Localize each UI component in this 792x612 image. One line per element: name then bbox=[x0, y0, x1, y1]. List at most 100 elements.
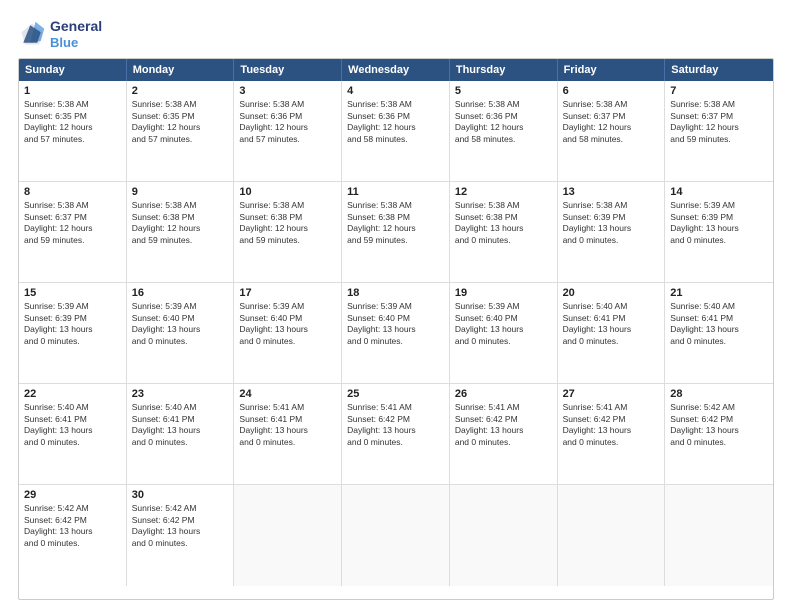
day-number: 7 bbox=[670, 85, 768, 97]
header-day-sunday: Sunday bbox=[19, 59, 127, 81]
calendar-empty bbox=[234, 485, 342, 586]
day-number: 10 bbox=[239, 186, 336, 198]
day-number: 29 bbox=[24, 489, 121, 501]
header-day-monday: Monday bbox=[127, 59, 235, 81]
day-info: Sunrise: 5:38 AM Sunset: 6:37 PM Dayligh… bbox=[670, 99, 768, 145]
day-info: Sunrise: 5:39 AM Sunset: 6:40 PM Dayligh… bbox=[455, 301, 552, 347]
day-info: Sunrise: 5:41 AM Sunset: 6:41 PM Dayligh… bbox=[239, 402, 336, 448]
day-number: 22 bbox=[24, 388, 121, 400]
day-info: Sunrise: 5:38 AM Sunset: 6:36 PM Dayligh… bbox=[347, 99, 444, 145]
day-number: 14 bbox=[670, 186, 768, 198]
day-info: Sunrise: 5:38 AM Sunset: 6:38 PM Dayligh… bbox=[132, 200, 229, 246]
calendar-day-11: 11 Sunrise: 5:38 AM Sunset: 6:38 PM Dayli… bbox=[342, 182, 450, 282]
day-number: 15 bbox=[24, 287, 121, 299]
day-number: 20 bbox=[563, 287, 660, 299]
day-number: 6 bbox=[563, 85, 660, 97]
calendar-empty bbox=[558, 485, 666, 586]
logo-icon bbox=[18, 20, 46, 48]
day-number: 5 bbox=[455, 85, 552, 97]
logo-text: General Blue bbox=[50, 18, 102, 50]
day-number: 1 bbox=[24, 85, 121, 97]
day-number: 24 bbox=[239, 388, 336, 400]
day-number: 18 bbox=[347, 287, 444, 299]
calendar-day-5: 5 Sunrise: 5:38 AM Sunset: 6:36 PM Daylig… bbox=[450, 81, 558, 181]
calendar-day-7: 7 Sunrise: 5:38 AM Sunset: 6:37 PM Daylig… bbox=[665, 81, 773, 181]
calendar-day-10: 10 Sunrise: 5:38 AM Sunset: 6:38 PM Dayli… bbox=[234, 182, 342, 282]
calendar-header: SundayMondayTuesdayWednesdayThursdayFrid… bbox=[19, 59, 773, 81]
calendar-body: 1 Sunrise: 5:38 AM Sunset: 6:35 PM Daylig… bbox=[19, 81, 773, 586]
calendar-week-4: 22 Sunrise: 5:40 AM Sunset: 6:41 PM Dayli… bbox=[19, 384, 773, 485]
calendar-day-18: 18 Sunrise: 5:39 AM Sunset: 6:40 PM Dayli… bbox=[342, 283, 450, 383]
day-number: 4 bbox=[347, 85, 444, 97]
calendar-day-4: 4 Sunrise: 5:38 AM Sunset: 6:36 PM Daylig… bbox=[342, 81, 450, 181]
day-info: Sunrise: 5:38 AM Sunset: 6:37 PM Dayligh… bbox=[563, 99, 660, 145]
calendar-day-25: 25 Sunrise: 5:41 AM Sunset: 6:42 PM Dayli… bbox=[342, 384, 450, 484]
day-number: 13 bbox=[563, 186, 660, 198]
calendar-day-23: 23 Sunrise: 5:40 AM Sunset: 6:41 PM Dayli… bbox=[127, 384, 235, 484]
calendar-day-15: 15 Sunrise: 5:39 AM Sunset: 6:39 PM Dayli… bbox=[19, 283, 127, 383]
day-number: 9 bbox=[132, 186, 229, 198]
day-number: 11 bbox=[347, 186, 444, 198]
day-info: Sunrise: 5:41 AM Sunset: 6:42 PM Dayligh… bbox=[455, 402, 552, 448]
day-number: 8 bbox=[24, 186, 121, 198]
day-info: Sunrise: 5:39 AM Sunset: 6:40 PM Dayligh… bbox=[239, 301, 336, 347]
day-number: 21 bbox=[670, 287, 768, 299]
day-info: Sunrise: 5:39 AM Sunset: 6:39 PM Dayligh… bbox=[670, 200, 768, 246]
day-info: Sunrise: 5:39 AM Sunset: 6:39 PM Dayligh… bbox=[24, 301, 121, 347]
day-info: Sunrise: 5:42 AM Sunset: 6:42 PM Dayligh… bbox=[670, 402, 768, 448]
header-day-wednesday: Wednesday bbox=[342, 59, 450, 81]
day-info: Sunrise: 5:38 AM Sunset: 6:37 PM Dayligh… bbox=[24, 200, 121, 246]
day-info: Sunrise: 5:40 AM Sunset: 6:41 PM Dayligh… bbox=[563, 301, 660, 347]
day-info: Sunrise: 5:38 AM Sunset: 6:36 PM Dayligh… bbox=[239, 99, 336, 145]
calendar-day-8: 8 Sunrise: 5:38 AM Sunset: 6:37 PM Daylig… bbox=[19, 182, 127, 282]
calendar-day-27: 27Sunrise: 5:41 AM Sunset: 6:42 PM Dayli… bbox=[558, 384, 666, 484]
calendar-day-30: 30Sunrise: 5:42 AM Sunset: 6:42 PM Dayli… bbox=[127, 485, 235, 586]
day-info: Sunrise: 5:40 AM Sunset: 6:41 PM Dayligh… bbox=[24, 402, 121, 448]
header-day-friday: Friday bbox=[558, 59, 666, 81]
calendar-day-3: 3 Sunrise: 5:38 AM Sunset: 6:36 PM Daylig… bbox=[234, 81, 342, 181]
day-info: Sunrise: 5:41 AM Sunset: 6:42 PM Dayligh… bbox=[563, 402, 660, 448]
calendar-day-2: 2Sunrise: 5:38 AM Sunset: 6:35 PM Daylig… bbox=[127, 81, 235, 181]
day-number: 25 bbox=[347, 388, 444, 400]
calendar-week-3: 15 Sunrise: 5:39 AM Sunset: 6:39 PM Dayli… bbox=[19, 283, 773, 384]
calendar-week-1: 1 Sunrise: 5:38 AM Sunset: 6:35 PM Daylig… bbox=[19, 81, 773, 182]
calendar-week-5: 29 Sunrise: 5:42 AM Sunset: 6:42 PM Dayli… bbox=[19, 485, 773, 586]
day-info: Sunrise: 5:41 AM Sunset: 6:42 PM Dayligh… bbox=[347, 402, 444, 448]
header-day-tuesday: Tuesday bbox=[234, 59, 342, 81]
day-info: Sunrise: 5:38 AM Sunset: 6:35 PM Dayligh… bbox=[24, 99, 121, 145]
page: General Blue SundayMondayTuesdayWednesda… bbox=[0, 0, 792, 612]
day-info: Sunrise: 5:39 AM Sunset: 6:40 PM Dayligh… bbox=[132, 301, 229, 347]
day-number: 23 bbox=[132, 388, 229, 400]
calendar: SundayMondayTuesdayWednesdayThursdayFrid… bbox=[18, 58, 774, 600]
calendar-day-19: 19 Sunrise: 5:39 AM Sunset: 6:40 PM Dayli… bbox=[450, 283, 558, 383]
calendar-empty bbox=[342, 485, 450, 586]
calendar-day-28: 28 Sunrise: 5:42 AM Sunset: 6:42 PM Dayli… bbox=[665, 384, 773, 484]
day-number: 19 bbox=[455, 287, 552, 299]
day-info: Sunrise: 5:38 AM Sunset: 6:38 PM Dayligh… bbox=[347, 200, 444, 246]
calendar-day-20: 20 Sunrise: 5:40 AM Sunset: 6:41 PM Dayli… bbox=[558, 283, 666, 383]
day-number: 30 bbox=[132, 489, 229, 501]
calendar-day-26: 26 Sunrise: 5:41 AM Sunset: 6:42 PM Dayli… bbox=[450, 384, 558, 484]
day-info: Sunrise: 5:38 AM Sunset: 6:35 PM Dayligh… bbox=[132, 99, 229, 145]
day-number: 17 bbox=[239, 287, 336, 299]
day-info: Sunrise: 5:38 AM Sunset: 6:38 PM Dayligh… bbox=[239, 200, 336, 246]
day-number: 3 bbox=[239, 85, 336, 97]
day-number: 26 bbox=[455, 388, 552, 400]
calendar-day-14: 14 Sunrise: 5:39 AM Sunset: 6:39 PM Dayli… bbox=[665, 182, 773, 282]
day-info: Sunrise: 5:39 AM Sunset: 6:40 PM Dayligh… bbox=[347, 301, 444, 347]
calendar-week-2: 8 Sunrise: 5:38 AM Sunset: 6:37 PM Daylig… bbox=[19, 182, 773, 283]
day-info: Sunrise: 5:40 AM Sunset: 6:41 PM Dayligh… bbox=[670, 301, 768, 347]
day-info: Sunrise: 5:38 AM Sunset: 6:36 PM Dayligh… bbox=[455, 99, 552, 145]
calendar-day-6: 6 Sunrise: 5:38 AM Sunset: 6:37 PM Daylig… bbox=[558, 81, 666, 181]
day-info: Sunrise: 5:42 AM Sunset: 6:42 PM Dayligh… bbox=[24, 503, 121, 549]
day-number: 28 bbox=[670, 388, 768, 400]
calendar-day-1: 1 Sunrise: 5:38 AM Sunset: 6:35 PM Daylig… bbox=[19, 81, 127, 181]
calendar-day-24: 24 Sunrise: 5:41 AM Sunset: 6:41 PM Dayli… bbox=[234, 384, 342, 484]
day-info: Sunrise: 5:40 AM Sunset: 6:41 PM Dayligh… bbox=[132, 402, 229, 448]
logo: General Blue bbox=[18, 18, 102, 50]
day-info: Sunrise: 5:38 AM Sunset: 6:39 PM Dayligh… bbox=[563, 200, 660, 246]
calendar-empty bbox=[450, 485, 558, 586]
day-number: 16 bbox=[132, 287, 229, 299]
calendar-day-17: 17 Sunrise: 5:39 AM Sunset: 6:40 PM Dayli… bbox=[234, 283, 342, 383]
calendar-day-22: 22 Sunrise: 5:40 AM Sunset: 6:41 PM Dayli… bbox=[19, 384, 127, 484]
